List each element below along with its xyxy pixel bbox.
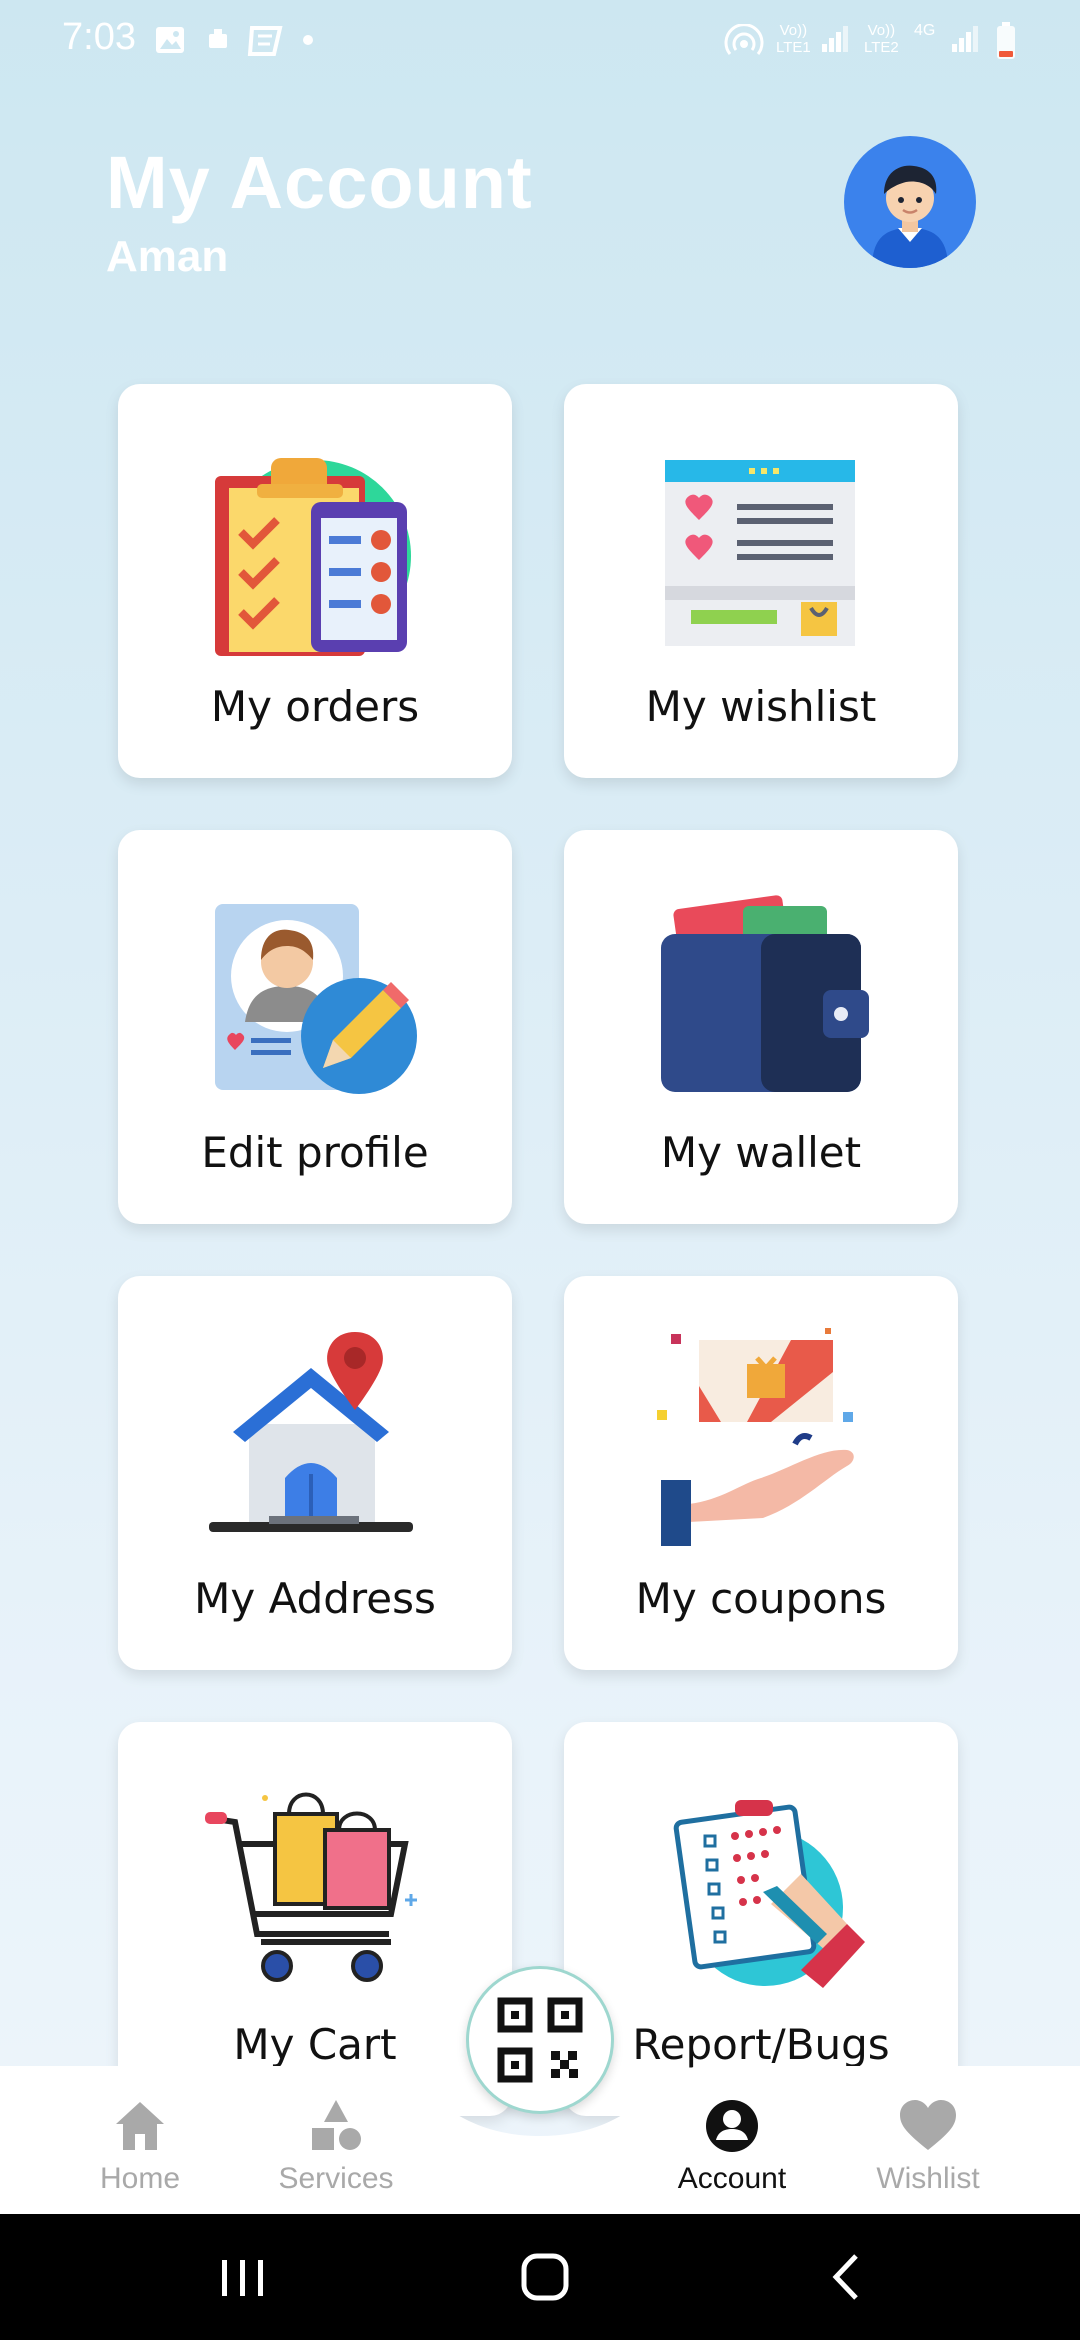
- avatar-boy-icon: [872, 165, 948, 268]
- card-label: Edit profile: [201, 1128, 429, 1177]
- heart-icon: [900, 2100, 956, 2150]
- dot-indicator-icon: [303, 35, 313, 45]
- house-location-icon: [209, 1332, 413, 1532]
- card-report-bugs[interactable]: Report/Bugs: [564, 1722, 958, 2116]
- sim2-label: Vo)) LTE2: [864, 22, 899, 56]
- wallet-icon: [661, 895, 869, 1092]
- card-my-orders[interactable]: My orders: [118, 384, 512, 778]
- status-time: 7:03: [62, 16, 136, 58]
- qr-scan-button[interactable]: [466, 1966, 614, 2114]
- nav-home[interactable]: Home: [60, 2066, 220, 2214]
- card-label: My Cart: [233, 2020, 397, 2069]
- card-label: My wallet: [660, 1128, 862, 1177]
- recent-apps-icon[interactable]: [218, 2256, 268, 2300]
- page-title: My Account: [106, 141, 533, 224]
- card-my-cart[interactable]: My Cart: [118, 1722, 512, 2116]
- battery-icon: [997, 22, 1015, 59]
- card-my-address[interactable]: My Address: [118, 1276, 512, 1670]
- card-my-wallet[interactable]: My wallet: [564, 830, 958, 1224]
- shopping-cart-icon: [205, 1792, 417, 1982]
- user-name: Aman: [106, 232, 229, 281]
- card-label: My Address: [194, 1574, 436, 1623]
- nav-label: Account: [677, 2162, 787, 2195]
- system-navigation-bar: [0, 2214, 1080, 2340]
- hotspot-icon: [724, 24, 764, 55]
- status-bar: 7:03 Vo)) LTE1 Vo)) LTE2 4G: [0, 0, 1080, 84]
- sim1-label: Vo)) LTE1: [776, 22, 811, 56]
- card-label: My coupons: [635, 1574, 887, 1623]
- card-label: My wishlist: [645, 682, 877, 731]
- services-shapes-icon: [312, 2100, 361, 2150]
- home-icon: [116, 2102, 164, 2150]
- account-person-icon: [706, 2100, 758, 2152]
- nav-account[interactable]: Account: [652, 2066, 812, 2214]
- nav-label: Home: [99, 2162, 181, 2195]
- app-notification-icon: [209, 29, 227, 48]
- card-label: My orders: [210, 682, 420, 731]
- wishlist-page-icon: [665, 460, 855, 646]
- nav-label: Wishlist: [876, 2162, 980, 2195]
- nav-services[interactable]: Services: [256, 2066, 416, 2214]
- paytm-notification-icon: [247, 26, 283, 56]
- card-my-coupons[interactable]: My coupons: [564, 1276, 958, 1670]
- gallery-notification-icon: [156, 27, 184, 53]
- signal-sim1-icon: [822, 26, 848, 52]
- card-label: Report/Bugs: [632, 2020, 890, 2069]
- nav-wishlist[interactable]: Wishlist: [848, 2066, 1008, 2214]
- nav-label: Services: [278, 2162, 394, 2195]
- avatar[interactable]: [844, 136, 976, 268]
- back-button-icon[interactable]: [826, 2252, 866, 2302]
- signal-sim2-icon: [952, 26, 978, 52]
- card-edit-profile[interactable]: Edit profile: [118, 830, 512, 1224]
- card-my-wishlist[interactable]: My wishlist: [564, 384, 958, 778]
- edit-profile-icon: [215, 904, 417, 1094]
- home-button-icon[interactable]: [520, 2252, 570, 2302]
- coupon-gift-icon: [657, 1328, 854, 1546]
- orders-clipboard-icon: [215, 458, 411, 656]
- report-checklist-icon: [673, 1800, 865, 1988]
- qr-code-icon: [497, 1997, 583, 2083]
- network-type: 4G: [914, 22, 936, 39]
